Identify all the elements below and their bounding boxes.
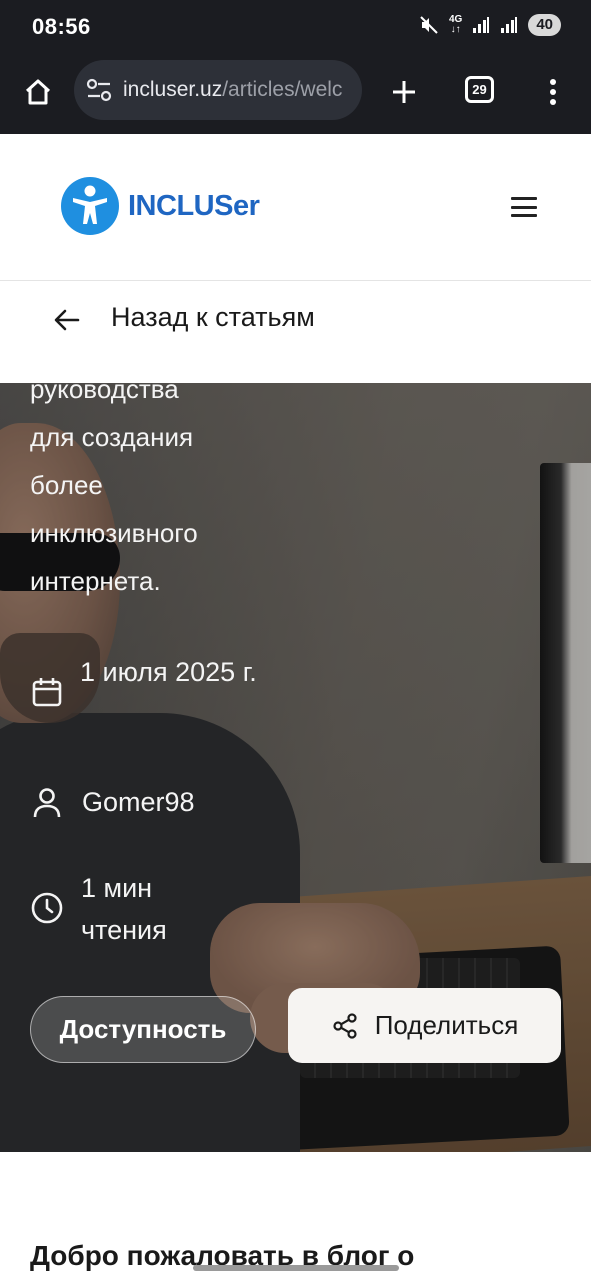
article-read-time-text: 1 мин чтения: [81, 873, 167, 945]
address-bar[interactable]: incluser.uz/articles/welc: [74, 60, 362, 120]
status-icons: 4G ↓↑ 40: [419, 14, 561, 36]
network-type-icon: 4G ↓↑: [448, 14, 463, 35]
gesture-navigation-bar[interactable]: [193, 1265, 399, 1271]
clock-icon: [31, 892, 63, 924]
article-author: Gomer98: [30, 781, 195, 824]
plus-icon: [393, 81, 415, 103]
description-line: инклюзивного: [30, 518, 198, 548]
article-date: 1 июля 2025 г.: [30, 651, 280, 709]
url-host: incluser.uz: [123, 78, 223, 101]
accessibility-logo-icon: [61, 177, 119, 235]
status-time: 08:56: [32, 14, 91, 39]
new-tab-button[interactable]: [384, 72, 424, 112]
site-logo[interactable]: INCLUSer: [60, 176, 260, 236]
share-icon: [333, 1012, 357, 1039]
description-line: руководства: [30, 383, 179, 404]
browser-menu-button[interactable]: [541, 72, 565, 112]
description-line: для создания: [30, 422, 194, 452]
mute-icon: [420, 16, 438, 34]
arrow-left-icon[interactable]: [52, 305, 82, 335]
article-body: Добро пожаловать в блог о: [0, 1152, 591, 1280]
url-path: /articles/welc: [222, 78, 343, 101]
battery-indicator: 40: [528, 14, 561, 36]
description-line: более: [30, 470, 103, 500]
article-date-text: 1 июля 2025 г.: [80, 657, 257, 687]
home-button[interactable]: [18, 72, 58, 112]
description-line: интернета.: [30, 566, 161, 596]
site-header: INCLUSer: [0, 134, 591, 281]
logo-text: INCLUSer: [128, 189, 260, 222]
site-settings-icon[interactable]: [86, 78, 112, 102]
more-vert-icon: [550, 79, 556, 105]
article-read-time: 1 мин чтения: [30, 867, 211, 951]
signal-icon: [473, 17, 490, 33]
signal-icon-2: [501, 17, 518, 33]
share-button[interactable]: Поделиться: [288, 988, 561, 1063]
hamburger-icon[interactable]: [511, 197, 537, 217]
status-bar: 08:56 4G ↓↑ 40: [0, 0, 591, 56]
back-to-articles-bar[interactable]: Назад к статьям: [0, 281, 591, 383]
tab-switcher-button[interactable]: 29: [465, 76, 494, 103]
article-hero: руководства для создания более инклюзивн…: [0, 383, 591, 1152]
article-description: руководства для создания более инклюзивн…: [30, 383, 260, 605]
article-author-text: Gomer98: [82, 787, 195, 817]
user-icon: [33, 788, 61, 818]
browser-toolbar: incluser.uz/articles/welc 29: [0, 56, 591, 134]
url-text[interactable]: incluser.uz/articles/welc: [123, 78, 359, 102]
back-to-articles-label[interactable]: Назад к статьям: [111, 302, 315, 333]
accessibility-button[interactable]: Доступность: [30, 996, 256, 1063]
calendar-icon: [32, 678, 62, 707]
share-button-label: Поделиться: [374, 1010, 519, 1040]
home-icon: [25, 79, 51, 105]
